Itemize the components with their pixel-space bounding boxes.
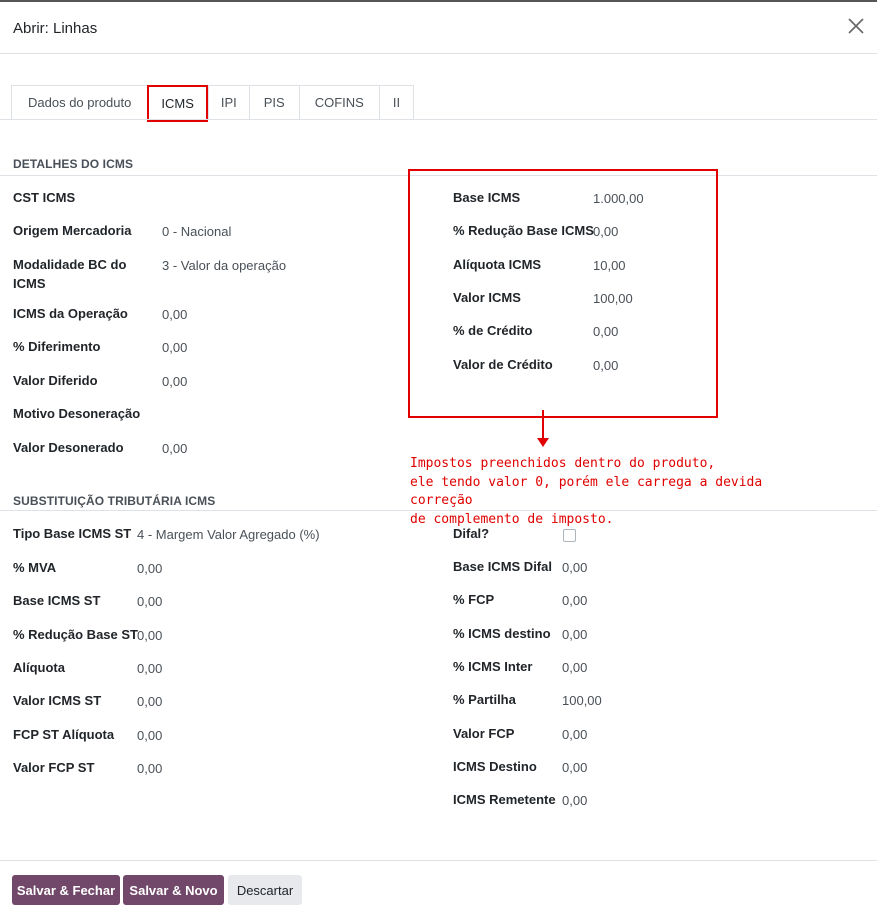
field-value-origem-mercadoria[interactable]: 0 - Nacional xyxy=(162,222,231,241)
field-label-base-icms-difal: Base ICMS Difal xyxy=(453,559,552,574)
annotation-note: Impostos preenchidos dentro do produto, … xyxy=(410,456,763,527)
section-title-icms-details: DETALHES DO ICMS xyxy=(13,157,134,171)
tabs-divider xyxy=(0,119,877,120)
close-icon[interactable] xyxy=(847,16,865,36)
field-label-modalidade-bc: Modalidade BC do ICMS xyxy=(13,257,127,291)
field-value-fcp[interactable]: 0,00 xyxy=(562,591,587,610)
field-label-motivo-desoneracao: Motivo Desoneração xyxy=(13,406,141,421)
dialog-title: Abrir: Linhas xyxy=(13,20,98,37)
field-value-valor-fcp[interactable]: 0,00 xyxy=(562,725,587,744)
field-value-icms-destino[interactable]: 0,00 xyxy=(562,758,587,777)
tab-ii[interactable]: II xyxy=(378,85,415,120)
field-value-base-icms-difal[interactable]: 0,00 xyxy=(562,558,587,577)
save-close-button[interactable]: Salvar & Fechar xyxy=(12,875,120,905)
field-value-icms-inter[interactable]: 0,00 xyxy=(562,658,587,677)
field-label-icms-operacao: ICMS da Operação xyxy=(13,306,128,321)
field-label-fcp: % FCP xyxy=(453,592,495,607)
field-label-mva: % MVA xyxy=(13,560,57,575)
field-label-base-icms-st: Base ICMS ST xyxy=(13,593,101,608)
field-value-modalidade-bc[interactable]: 3 - Valor da operação xyxy=(162,256,286,275)
field-label-valor-diferido: Valor Diferido xyxy=(13,373,98,388)
field-label-tipo-base-icms-st: Tipo Base ICMS ST xyxy=(13,526,132,541)
field-value-valor-diferido[interactable]: 0,00 xyxy=(162,372,187,391)
footer-divider xyxy=(0,860,877,861)
tab-dados-do-produto[interactable]: Dados do produto xyxy=(11,85,148,120)
field-label-fcp-st-aliquota: FCP ST Alíquota xyxy=(13,727,115,742)
annotation-highlight-box xyxy=(408,169,718,418)
field-value-reducao-base-st[interactable]: 0,00 xyxy=(137,626,162,645)
tab-pis[interactable]: PIS xyxy=(248,85,299,120)
field-value-mva[interactable]: 0,00 xyxy=(137,559,162,578)
field-label-icms-destino: ICMS Destino xyxy=(453,759,537,774)
field-label-icms-remetente: ICMS Remetente xyxy=(453,792,556,807)
discard-button[interactable]: Descartar xyxy=(228,875,302,905)
field-value-fcp-st-aliquota[interactable]: 0,00 xyxy=(137,726,162,745)
field-label-valor-desonerado: Valor Desonerado xyxy=(13,440,124,455)
tab-ipi[interactable]: IPI xyxy=(207,85,249,120)
arrow-down-icon xyxy=(537,438,549,447)
field-value-valor-icms-st[interactable]: 0,00 xyxy=(137,692,162,711)
section-title-icms-st: SUBSTITUIÇÃO TRIBUTÁRIA ICMS xyxy=(13,494,216,508)
field-value-aliquota[interactable]: 0,00 xyxy=(137,659,162,678)
section-divider xyxy=(0,510,877,511)
field-value-tipo-base-icms-st[interactable]: 4 - Margem Valor Agregado (%) xyxy=(137,525,320,544)
field-label-origem-mercadoria: Origem Mercadoria xyxy=(13,223,132,238)
tab-icms[interactable]: ICMS xyxy=(147,85,208,122)
field-value-icms-remetente[interactable]: 0,00 xyxy=(562,791,587,810)
field-value-partilha[interactable]: 100,00 xyxy=(562,691,602,710)
save-new-button[interactable]: Salvar & Novo xyxy=(123,875,224,905)
field-label-aliquota: Alíquota xyxy=(13,660,65,675)
field-label-icms-destino-pct: % ICMS destino xyxy=(453,626,551,641)
field-value-base-icms-st[interactable]: 0,00 xyxy=(137,592,162,611)
field-value-icms-operacao[interactable]: 0,00 xyxy=(162,305,187,324)
field-label-cst-icms: CST ICMS xyxy=(13,190,76,205)
field-value-valor-fcp-st[interactable]: 0,00 xyxy=(137,759,162,778)
field-label-valor-fcp: Valor FCP xyxy=(453,726,515,741)
notebook-tabs: Dados do produto ICMS IPI PIS COFINS II xyxy=(11,85,415,122)
tab-cofins[interactable]: COFINS xyxy=(298,85,379,120)
field-label-reducao-base-st: % Redução Base ST xyxy=(13,627,138,642)
field-label-partilha: % Partilha xyxy=(453,692,516,707)
field-label-valor-fcp-st: Valor FCP ST xyxy=(13,760,95,775)
field-value-icms-destino-pct[interactable]: 0,00 xyxy=(562,625,587,644)
field-label-valor-icms-st: Valor ICMS ST xyxy=(13,693,102,708)
field-value-diferimento[interactable]: 0,00 xyxy=(162,338,187,357)
field-value-valor-desonerado[interactable]: 0,00 xyxy=(162,439,187,458)
field-label-diferimento: % Diferimento xyxy=(13,339,101,354)
difal-checkbox[interactable] xyxy=(563,529,576,542)
field-label-difal: Difal? xyxy=(453,526,490,541)
field-label-icms-inter: % ICMS Inter xyxy=(453,659,533,674)
dialog-header: Abrir: Linhas xyxy=(0,2,877,54)
